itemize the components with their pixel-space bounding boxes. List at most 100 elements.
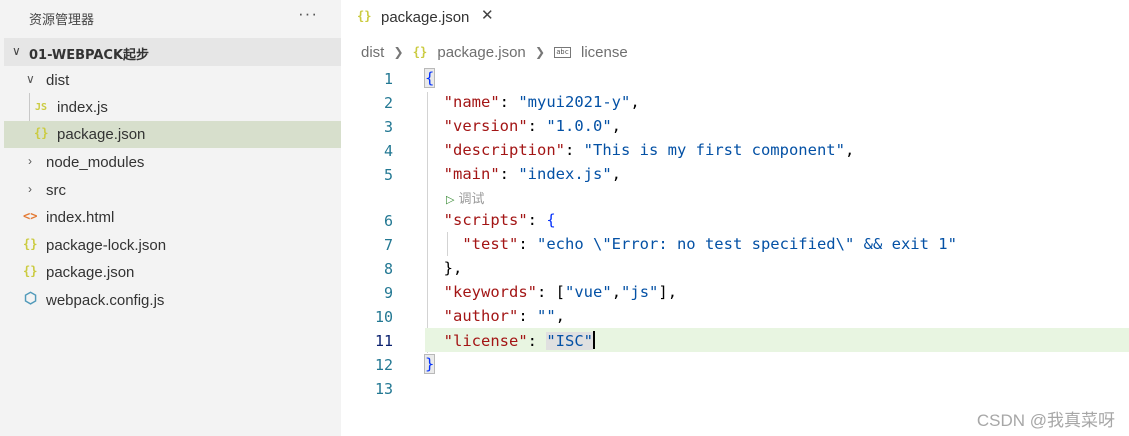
more-actions-icon[interactable]: ··· [298, 4, 318, 24]
watermark: CSDN @我真菜呀 [976, 411, 1115, 430]
code-text: "main": "index.js", [443, 165, 622, 183]
code-line: 12 } [341, 352, 1129, 376]
json-key: "license" [443, 332, 528, 350]
tree-item-index-js[interactable]: JS index.js [4, 94, 341, 121]
tree-item-webpack-config[interactable]: ⬡ webpack.config.js [4, 287, 341, 314]
code-text: "version": "1.0.0", [443, 117, 622, 135]
editor-pane: {} package.json ✕ dist ❯ {} package.json… [341, 0, 1129, 436]
tree-item-package-json[interactable]: {} package.json [4, 259, 341, 286]
tree-item-label: package.json [46, 264, 135, 281]
json-key: "description" [443, 141, 565, 159]
tree-item-index-html[interactable]: <> index.html [4, 204, 341, 231]
project-root[interactable]: ∨ 01-WEBPACK起步 [4, 38, 341, 66]
code-line-current: 11 "license": "ISC" [341, 328, 1129, 352]
json-value: "vue" [565, 283, 612, 301]
code-text: "license": "ISC" [443, 331, 596, 350]
json-value: "myui2021-y" [518, 93, 631, 111]
bracket: [ [555, 283, 566, 301]
json-file-icon: {} [412, 45, 428, 60]
line-number: 12 [374, 356, 393, 374]
close-icon[interactable]: ✕ [481, 6, 494, 24]
brace: { [423, 68, 436, 88]
json-key: "keywords" [443, 283, 537, 301]
json-value: "" [537, 307, 556, 325]
line-number: 10 [374, 308, 393, 326]
webpack-icon: ⬡ [24, 289, 38, 307]
brace: } [423, 354, 436, 374]
json-value: "ISC" [546, 332, 594, 350]
line-number: 4 [383, 142, 393, 160]
line-number: 6 [383, 212, 393, 230]
explorer-title: 资源管理器 [29, 13, 95, 28]
tree-item-package-lock-json[interactable]: {} package-lock.json [4, 232, 341, 259]
code-text: "author": "", [443, 307, 566, 325]
json-value: "index.js" [518, 165, 612, 183]
code-line: 1 { [341, 66, 1129, 90]
json-key: "main" [443, 165, 500, 183]
tree-item-node-modules[interactable]: › node_modules [4, 149, 341, 176]
tree-item-label: webpack.config.js [46, 292, 165, 309]
json-key: "version" [443, 117, 528, 135]
json-value: "1.0.0" [546, 117, 612, 135]
code-text: }, [425, 259, 463, 277]
json-value: "This is my first component" [583, 141, 845, 159]
line-number: 2 [383, 94, 393, 112]
tree-item-label: index.js [57, 99, 108, 116]
code-line: 8 }, [341, 256, 1129, 280]
play-icon: ▷ [446, 194, 455, 206]
json-file-icon: {} [23, 237, 38, 251]
code-line: 2 "name": "myui2021-y", [341, 90, 1129, 114]
breadcrumb: dist ❯ {} package.json ❯ abc license [361, 43, 628, 63]
code-text: "keywords": ["vue","js"], [443, 283, 678, 301]
code-text: "test": "echo \"Error: no test specified… [462, 235, 957, 253]
chevron-right-icon: ❯ [534, 45, 546, 60]
line-number: 11 [374, 332, 393, 350]
brace: { [546, 211, 556, 229]
tree-item-dist[interactable]: ∨ dist [4, 67, 341, 94]
chevron-right-icon: › [28, 154, 32, 168]
breadcrumb-item-package-json[interactable]: package.json [437, 44, 525, 61]
json-key: "author" [443, 307, 519, 325]
string-symbol-icon: abc [554, 46, 571, 58]
code-line: 13 [341, 376, 1129, 400]
tree-item-label: dist [46, 72, 70, 89]
json-key: "test" [462, 235, 519, 253]
code-line: 3 "version": "1.0.0", [341, 114, 1129, 138]
tree-item-label: index.html [46, 209, 115, 226]
json-key: "name" [443, 93, 500, 111]
chevron-down-icon: ∨ [12, 44, 21, 58]
line-number: 5 [383, 166, 393, 184]
json-value: "echo \"Error: no test specified\" && ex… [537, 235, 957, 253]
code-text: "scripts": { [443, 211, 556, 229]
line-number: 7 [383, 236, 393, 254]
json-key: "scripts" [443, 211, 528, 229]
line-number: 3 [383, 118, 393, 136]
code-line: 7 "test": "echo \"Error: no test specifi… [341, 232, 1129, 256]
json-file-icon: {} [23, 264, 38, 278]
code-line: 10 "author": "", [341, 304, 1129, 328]
project-name: 01-WEBPACK起步 [29, 48, 150, 63]
bracket: ], [658, 283, 678, 301]
explorer-header: 资源管理器 ··· [0, 0, 341, 36]
tree-item-label: src [46, 182, 66, 199]
tree-item-src[interactable]: › src [4, 177, 341, 204]
html-file-icon: <> [23, 209, 38, 223]
tab-package-json[interactable]: {} package.json ✕ [341, 0, 494, 36]
debug-codelens[interactable]: ▷ 调试 [446, 188, 484, 207]
code-line: 5 "main": "index.js", [341, 162, 1129, 186]
tree-item-dist-package-json[interactable]: {} package.json [4, 121, 341, 148]
breadcrumb-item-license[interactable]: license [581, 44, 628, 61]
code-text: { [423, 68, 436, 88]
code-text: "name": "myui2021-y", [443, 93, 640, 111]
line-number: 8 [383, 260, 393, 278]
breadcrumb-item-dist[interactable]: dist [361, 44, 384, 61]
codelens-label: 调试 [458, 191, 485, 206]
line-number: 9 [383, 284, 393, 302]
explorer-sidebar: 资源管理器 ··· ∨ 01-WEBPACK起步 ∨ dist JS index… [0, 0, 341, 436]
json-value: "js" [621, 283, 659, 301]
tree-item-label: node_modules [46, 154, 145, 171]
code-text: } [423, 354, 436, 374]
json-file-icon: {} [357, 9, 372, 23]
chevron-right-icon: › [28, 182, 32, 196]
tab-label: package.json [381, 9, 470, 26]
